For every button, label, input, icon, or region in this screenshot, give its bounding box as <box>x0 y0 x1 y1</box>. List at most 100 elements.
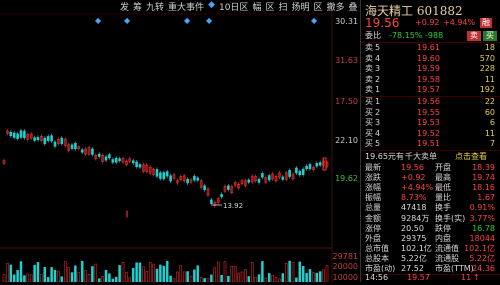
volume-bar <box>152 263 155 283</box>
candle <box>257 178 261 183</box>
toolbar-item[interactable]: 扫 <box>278 0 287 13</box>
price-change: +0.92 <box>415 18 440 27</box>
toolbar-item[interactable]: 发 <box>120 0 129 13</box>
buy-button[interactable]: 买 <box>483 31 497 41</box>
volume-bar <box>257 274 261 283</box>
candle <box>196 177 200 181</box>
ask-row[interactable]: 卖 4 19.60 570 <box>363 54 499 64</box>
kline-svg: ◆ ◆ ◆ ◆ ◆ 13.92 ∥ <box>0 0 333 283</box>
bid-row[interactable]: 买 4 19.52 11 <box>363 129 499 139</box>
volume-bar <box>308 269 312 283</box>
candle <box>203 185 206 191</box>
axis-label: 29781 <box>332 252 358 261</box>
stat-row: 总市值 102.1亿 流通值 102.1亿 <box>363 244 499 254</box>
volume-bar <box>186 271 189 283</box>
kline-chart[interactable]: ◆ ◆ ◆ ◆ ◆ 13.92 ∥ <box>0 0 360 283</box>
volume-bar <box>74 265 77 283</box>
chart-toolbar: 发 筹 九转 重大事件 ◆ 10日区 幅 区 扫 扬明 区 撤多 叠 <box>120 0 360 13</box>
ask-row[interactable]: 卖 3 19.59 228 <box>363 64 499 74</box>
volume-bar <box>29 274 33 283</box>
candle <box>305 165 308 170</box>
stat-key: 跌停 <box>435 223 451 233</box>
stat-value: 47418 <box>401 203 427 213</box>
event-diamond-icon[interactable]: ◆ <box>206 16 213 25</box>
candle <box>295 167 298 174</box>
bid-row[interactable]: 买 1 19.56 22 <box>363 97 499 107</box>
volume-bar <box>281 273 285 283</box>
stat-value: 16.78 <box>472 223 495 233</box>
toolbar-item[interactable]: ◆ <box>208 0 215 11</box>
stat-value: 18.39 <box>472 163 495 172</box>
stat-value: 0.91% <box>469 203 495 213</box>
stat-value: 5.22亿 <box>401 253 427 263</box>
stat-value: +0.92 <box>401 173 426 183</box>
toolbar-item[interactable]: 筹 <box>133 0 142 13</box>
axis-label: 22.10 <box>335 136 358 145</box>
ask-row[interactable]: 卖 5 19.61 18 <box>363 43 499 53</box>
event-diamond-icon[interactable]: ◆ <box>95 16 102 25</box>
toolbar-item[interactable]: 重大事件 <box>168 0 204 13</box>
volume-bar <box>162 265 166 283</box>
bid-price: 19.56 <box>417 97 440 106</box>
big-order-link[interactable]: 点击查看 <box>455 152 487 162</box>
stat-key: 总市值 <box>365 243 389 253</box>
candle <box>135 161 138 167</box>
ask-volume: 228 <box>479 64 495 74</box>
volume-bar <box>36 262 40 283</box>
volume-bar <box>288 260 291 283</box>
candle <box>70 144 74 149</box>
stat-value: 8.73% <box>401 193 427 203</box>
stat-row: 涨停 20.50 跌停 16.78 <box>363 224 499 234</box>
volume-bar <box>305 272 308 283</box>
volume-bar <box>227 275 230 283</box>
event-diamond-icon[interactable]: ◆ <box>311 16 318 25</box>
toolbar-item[interactable]: 扬明 <box>291 0 309 13</box>
stat-value: 18.16 <box>472 183 495 193</box>
volume-bar <box>87 273 91 283</box>
axis-label: 20000 <box>332 262 358 271</box>
ask-level: 1 <box>375 85 381 95</box>
event-flag-icon: ∥ <box>125 210 129 218</box>
bid-level: 2 <box>375 107 381 117</box>
volume-bar <box>118 265 121 283</box>
stat-row: 振幅 8.73% 量比 1.67 <box>363 193 499 203</box>
candle <box>111 159 115 163</box>
candle <box>261 173 264 178</box>
volume-bar <box>274 277 278 283</box>
ask-row[interactable]: 卖 2 19.58 11 <box>363 75 499 85</box>
volume-bar <box>2 274 6 283</box>
ask-row[interactable]: 卖 1 19.57 192 <box>363 85 499 95</box>
candle <box>19 130 23 138</box>
stat-key: 内盘 <box>435 233 451 243</box>
candle <box>46 136 50 141</box>
volume-bar <box>33 264 36 283</box>
bid-price: 19.51 <box>417 139 440 149</box>
volume-bar <box>6 262 9 283</box>
volume-bar <box>247 276 251 283</box>
volume-bar <box>312 272 315 283</box>
toolbar-item[interactable]: 区 <box>314 0 323 13</box>
stat-key: 最新 <box>365 163 381 172</box>
volume-bar <box>264 277 268 283</box>
volume-bar <box>250 262 254 283</box>
margin-badge[interactable]: 融 <box>480 18 492 28</box>
event-diamond-icon[interactable]: ◆ <box>184 16 191 25</box>
volume-bar <box>142 266 145 283</box>
bid-row[interactable]: 买 5 19.51 7 <box>363 139 499 149</box>
volume-bar <box>84 270 87 283</box>
volume-bar <box>244 269 247 283</box>
volume-bar <box>80 260 84 283</box>
toolbar-item[interactable]: 九转 <box>146 0 164 13</box>
toolbar-item[interactable]: 区 <box>265 0 274 13</box>
toolbar-item[interactable]: 幅 <box>252 0 261 13</box>
bid-row[interactable]: 买 3 19.53 6 <box>363 118 499 128</box>
sell-button[interactable]: 卖 <box>467 31 481 41</box>
event-diamond-icon[interactable]: ◆ <box>124 16 131 25</box>
toolbar-item[interactable]: 10日区 <box>219 0 248 13</box>
bid-row[interactable]: 买 2 19.55 60 <box>363 108 499 118</box>
candle <box>91 148 94 155</box>
candle <box>281 176 285 180</box>
candle <box>114 157 118 163</box>
bid-price: 19.55 <box>417 107 440 117</box>
bid-label: 买 <box>365 139 373 149</box>
